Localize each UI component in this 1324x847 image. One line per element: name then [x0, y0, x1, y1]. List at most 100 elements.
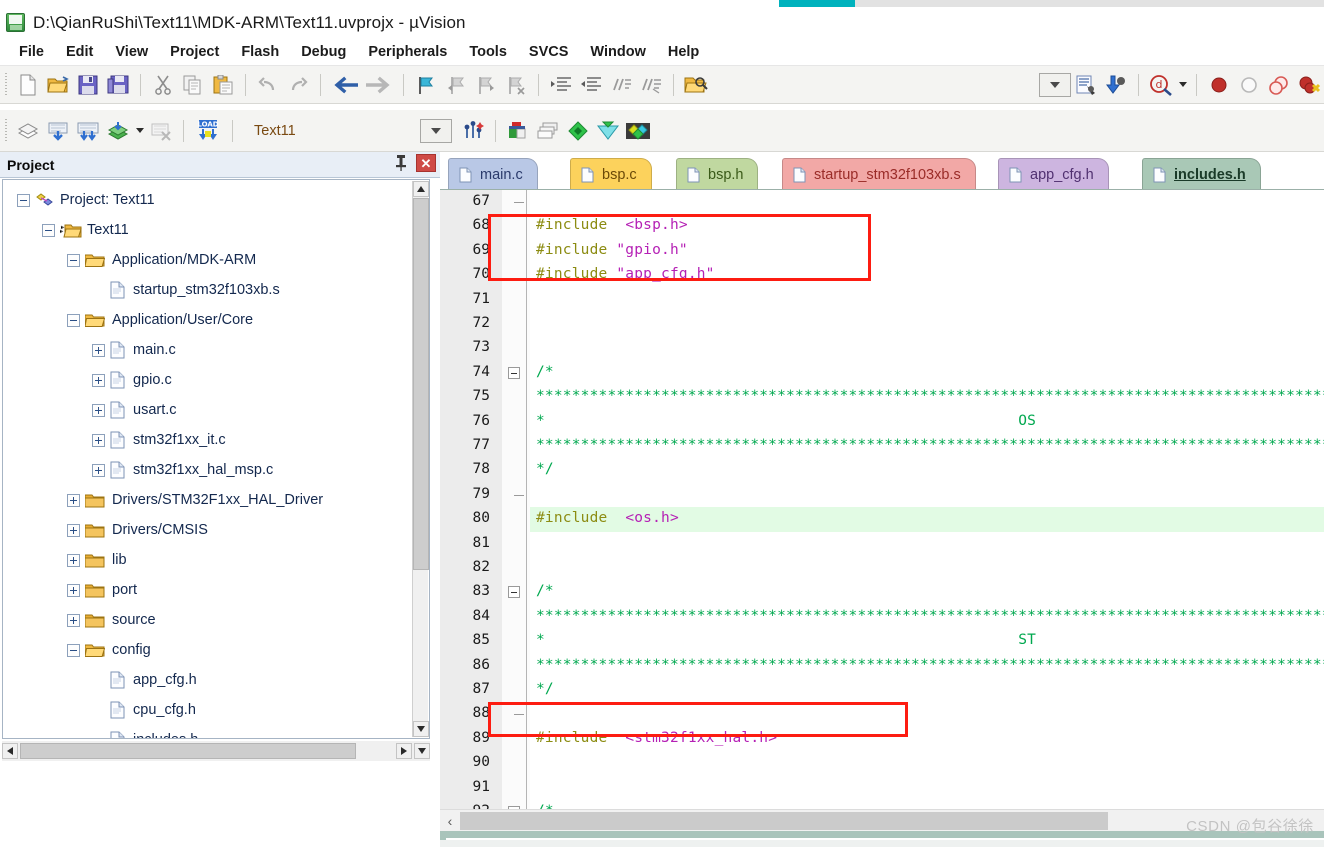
expand-icon[interactable]	[67, 553, 80, 567]
breakpoint-disable-icon[interactable]	[1234, 70, 1264, 100]
menu-project[interactable]: Project	[159, 41, 230, 63]
breakpoint-disable-all-icon[interactable]	[1264, 70, 1294, 100]
tree-item[interactable]: gpio.c	[3, 365, 429, 395]
target-dropdown-caret-icon[interactable]	[419, 118, 452, 143]
redo-icon[interactable]	[283, 70, 313, 100]
editor-tab-startup_stm32f103xb-s[interactable]: startup_stm32f103xb.s	[782, 158, 976, 189]
scroll-down-button[interactable]	[413, 721, 429, 737]
collapse-icon[interactable]	[17, 193, 30, 207]
components-icon[interactable]	[623, 116, 653, 146]
editor-hscroll-thumb[interactable]	[460, 811, 1108, 830]
tree-item[interactable]: Application/User/Core	[3, 305, 429, 335]
target-selector[interactable]: Text11	[254, 123, 296, 139]
menu-window[interactable]: Window	[579, 41, 656, 63]
tree-item[interactable]: includes.h	[3, 725, 429, 738]
bookmark-clear-icon[interactable]	[501, 70, 531, 100]
scroll-up-button[interactable]	[413, 181, 429, 197]
tree-item[interactable]: Drivers/CMSIS	[3, 515, 429, 545]
expand-icon[interactable]	[67, 583, 80, 597]
expand-icon[interactable]	[92, 403, 105, 417]
configure-target-icon[interactable]	[1071, 70, 1101, 100]
paste-icon[interactable]	[208, 70, 238, 100]
menu-file[interactable]: File	[8, 41, 55, 63]
expand-icon[interactable]	[67, 523, 80, 537]
menu-help[interactable]: Help	[657, 41, 710, 63]
breakpoint-kill-all-icon[interactable]	[1294, 70, 1324, 100]
menu-svcs[interactable]: SVCS	[518, 41, 580, 63]
tree-vertical-scrollbar[interactable]	[412, 181, 429, 737]
uncomment-icon[interactable]	[636, 70, 666, 100]
navigate-forward-icon[interactable]	[362, 70, 396, 100]
download-to-flash-icon[interactable]: LOAD	[191, 116, 225, 146]
indent-icon[interactable]	[546, 70, 576, 100]
tree-item[interactable]: app_cfg.h	[3, 665, 429, 695]
tree-item[interactable]: Project: Text11	[3, 185, 429, 215]
editor-tab-includes-h[interactable]: includes.h	[1142, 158, 1261, 189]
expand-icon[interactable]	[92, 343, 105, 357]
download-icon[interactable]	[1101, 70, 1131, 100]
tree-item[interactable]: main.c	[3, 335, 429, 365]
outdent-icon[interactable]	[576, 70, 606, 100]
tree-item[interactable]: port	[3, 575, 429, 605]
editor-tab-bsp-h[interactable]: bsp.h	[676, 158, 759, 189]
navigate-back-icon[interactable]	[328, 70, 362, 100]
editor-tab-app_cfg-h[interactable]: app_cfg.h	[998, 158, 1109, 189]
fold-collapse-icon[interactable]	[508, 366, 520, 379]
batch-build-icon[interactable]	[103, 116, 133, 146]
toolbar-grip[interactable]	[2, 72, 10, 97]
tree-item[interactable]: startup_stm32f103xb.s	[3, 275, 429, 305]
pack-installer-icon[interactable]	[563, 116, 593, 146]
tree-scroll-thumb[interactable]	[413, 198, 429, 570]
expand-icon[interactable]	[92, 373, 105, 387]
tree-hscroll-thumb[interactable]	[20, 743, 356, 759]
manage-project-items-icon[interactable]	[593, 116, 623, 146]
tree-item[interactable]: stm32f1xx_it.c	[3, 425, 429, 455]
new-file-icon[interactable]	[13, 70, 43, 100]
target-options-icon[interactable]	[458, 116, 488, 146]
tree-item[interactable]: Drivers/STM32F1xx_HAL_Driver	[3, 485, 429, 515]
bookmark-next-icon[interactable]	[471, 70, 501, 100]
tree-item[interactable]: cpu_cfg.h	[3, 695, 429, 725]
menu-flash[interactable]: Flash	[230, 41, 290, 63]
tree-item[interactable]: stm32f1xx_hal_msp.c	[3, 455, 429, 485]
collapse-icon[interactable]	[42, 223, 55, 237]
save-icon[interactable]	[73, 70, 103, 100]
menu-debug[interactable]: Debug	[290, 41, 357, 63]
tree-item[interactable]: lib	[3, 545, 429, 575]
close-icon[interactable]: ✕	[416, 154, 436, 172]
translate-icon[interactable]	[13, 116, 43, 146]
rebuild-icon[interactable]	[73, 116, 103, 146]
collapse-icon[interactable]	[67, 313, 80, 327]
menu-tools[interactable]: Tools	[458, 41, 518, 63]
project-tree[interactable]: Project: Text11 Text11 Application/MDK-ARM…	[2, 179, 430, 739]
scroll-right-button[interactable]	[396, 743, 412, 759]
expand-icon[interactable]	[92, 433, 105, 447]
bookmark-prev-icon[interactable]	[441, 70, 471, 100]
manage-runtime-env-icon[interactable]	[503, 116, 533, 146]
undo-icon[interactable]	[253, 70, 283, 100]
scroll-down-button-2[interactable]	[414, 743, 430, 759]
debug-dropdown-caret-icon[interactable]	[1176, 70, 1189, 100]
tree-item[interactable]: Text11	[3, 215, 429, 245]
menu-edit[interactable]: Edit	[55, 41, 104, 63]
cut-icon[interactable]	[148, 70, 178, 100]
tree-item[interactable]: source	[3, 605, 429, 635]
build-icon[interactable]	[43, 116, 73, 146]
tree-item[interactable]: Application/MDK-ARM	[3, 245, 429, 275]
collapse-icon[interactable]	[67, 643, 80, 657]
comment-icon[interactable]	[606, 70, 636, 100]
scroll-left-icon[interactable]: ‹	[440, 813, 460, 829]
toolbar-grip[interactable]	[2, 118, 10, 143]
toolbar-overflow-dropdown[interactable]	[1039, 72, 1071, 97]
menu-view[interactable]: View	[104, 41, 159, 63]
editor-tab-bsp-c[interactable]: bsp.c	[570, 158, 652, 189]
code-editor[interactable]: 67 68 #include <bsp.h> 69 #include "gpio.h" 7…	[440, 190, 1324, 809]
multi-project-icon[interactable]	[533, 116, 563, 146]
collapse-icon[interactable]	[67, 253, 80, 267]
editor-tab-main-c[interactable]: main.c	[448, 158, 538, 189]
copy-icon[interactable]	[178, 70, 208, 100]
expand-icon[interactable]	[92, 463, 105, 477]
save-all-icon[interactable]	[103, 70, 133, 100]
tree-item[interactable]: usart.c	[3, 395, 429, 425]
expand-icon[interactable]	[67, 613, 80, 627]
